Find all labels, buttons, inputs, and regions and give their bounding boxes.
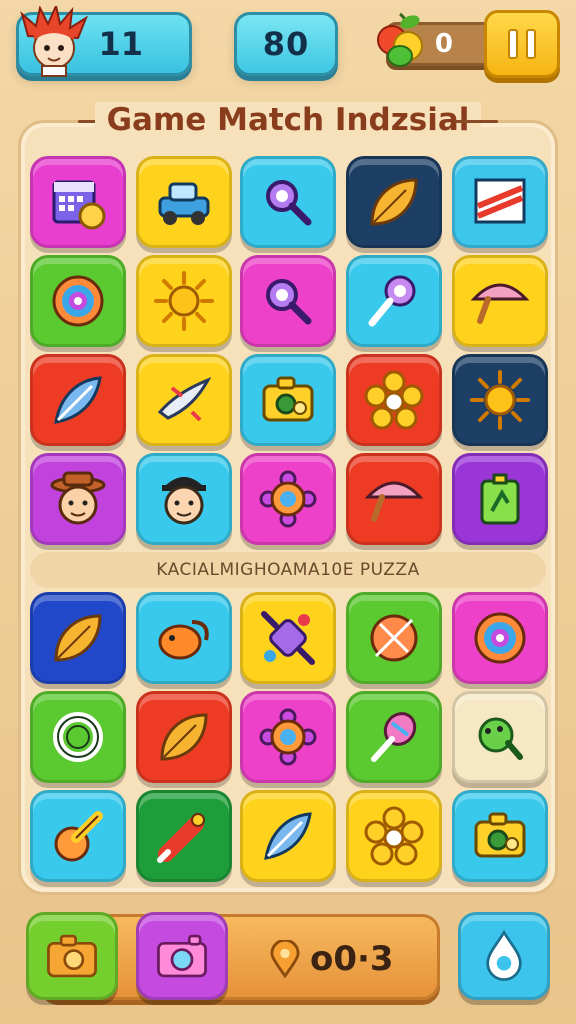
game-tile[interactable]: [30, 592, 126, 684]
feather-icon: [264, 812, 312, 860]
game-tile[interactable]: [240, 453, 336, 545]
umbrella-icon: [364, 481, 424, 522]
calendar-icon: [52, 180, 106, 230]
title-banner: Game Match Indzsial: [78, 98, 498, 142]
cowboy-face-icon: [50, 471, 106, 525]
ice-cream-icon: [371, 712, 417, 762]
gear-flower-icon: [259, 470, 317, 528]
marker-icon: [157, 813, 205, 863]
game-tile[interactable]: [346, 790, 442, 882]
photo-button[interactable]: [136, 912, 228, 1000]
score-panel: 80: [234, 12, 338, 76]
sun-icon: [470, 370, 530, 430]
game-tile[interactable]: [30, 255, 126, 347]
fruit-icon: [374, 12, 428, 70]
page-title: Game Match Indzsial: [94, 102, 482, 138]
game-tile[interactable]: [452, 255, 548, 347]
fish-icon: [158, 620, 209, 660]
game-tile[interactable]: [136, 354, 232, 446]
game-tile[interactable]: [136, 592, 232, 684]
game-tile[interactable]: [136, 255, 232, 347]
flower-icon: [364, 806, 424, 866]
game-tile[interactable]: [346, 691, 442, 783]
game-tile[interactable]: [136, 790, 232, 882]
camera-icon: [47, 934, 97, 978]
game-tile[interactable]: [136, 156, 232, 248]
magnifier-icon: [266, 279, 312, 325]
swirl-icon: [474, 612, 526, 664]
level-value: 11: [98, 25, 143, 63]
ball-icon: [370, 614, 418, 662]
game-tile[interactable]: [30, 156, 126, 248]
divider-banner: KACIALMIGHOAMA10E PUZZA: [30, 552, 546, 588]
game-tile[interactable]: [452, 592, 548, 684]
map-pin-icon: [270, 940, 300, 978]
game-tile[interactable]: [452, 354, 548, 446]
leaf-icon: [370, 178, 418, 226]
game-tile[interactable]: [240, 354, 336, 446]
leaf-icon: [160, 713, 208, 761]
game-tile[interactable]: [346, 453, 442, 545]
game-tile[interactable]: [240, 592, 336, 684]
game-tile[interactable]: [30, 354, 126, 446]
gear-flower-icon: [259, 708, 317, 766]
camera-icon: [262, 376, 314, 422]
leaf-icon: [54, 614, 102, 662]
frog-icon: [478, 717, 523, 760]
face-icon: [162, 477, 206, 525]
game-tile[interactable]: [30, 453, 126, 545]
camera-icon: [157, 934, 207, 978]
game-tile[interactable]: [240, 156, 336, 248]
magnifier-icon: [266, 180, 312, 226]
bottom-counter: o0·3: [270, 936, 420, 982]
camera-button[interactable]: [26, 912, 118, 1000]
pause-icon: [508, 29, 518, 59]
game-tile[interactable]: [452, 691, 548, 783]
game-tile[interactable]: [136, 691, 232, 783]
candy-icon: [261, 611, 315, 665]
game-tile[interactable]: [136, 453, 232, 545]
game-tile[interactable]: [240, 691, 336, 783]
pause-button[interactable]: [484, 10, 560, 78]
car-icon: [158, 182, 210, 225]
umbrella-icon: [470, 283, 530, 324]
sun-icon: [154, 271, 214, 331]
spiky-hair-avatar-icon[interactable]: [18, 2, 90, 78]
game-tile[interactable]: [346, 156, 442, 248]
game-tile[interactable]: [240, 790, 336, 882]
pencil-icon: [54, 811, 103, 862]
water-drop-icon: [486, 929, 522, 981]
flower-icon: [364, 370, 424, 430]
water-drop-button[interactable]: [458, 912, 550, 1000]
fruit-count-value: 0: [434, 29, 453, 59]
counter-value: o0·3: [310, 939, 394, 979]
swirl-icon: [52, 275, 104, 327]
game-tile[interactable]: [346, 592, 442, 684]
score-value: 80: [262, 25, 310, 63]
camera-icon: [474, 812, 526, 858]
picture-icon: [474, 178, 526, 224]
bird-icon: [157, 377, 212, 422]
game-tile[interactable]: [452, 790, 548, 882]
game-tile[interactable]: [30, 691, 126, 783]
lollipop-icon: [368, 275, 416, 327]
game-tile[interactable]: [452, 156, 548, 248]
game-tile[interactable]: [240, 255, 336, 347]
game-tile[interactable]: [346, 354, 442, 446]
game-tile[interactable]: [452, 453, 548, 545]
divider-text: KACIALMIGHOAMA10E PUZZA: [156, 560, 420, 580]
pause-icon-bar: [526, 29, 536, 59]
battery-icon: [480, 473, 520, 525]
game-tile[interactable]: [346, 255, 442, 347]
game-tile[interactable]: [30, 790, 126, 882]
feather-icon: [54, 376, 102, 424]
ring-icon: [53, 712, 103, 762]
